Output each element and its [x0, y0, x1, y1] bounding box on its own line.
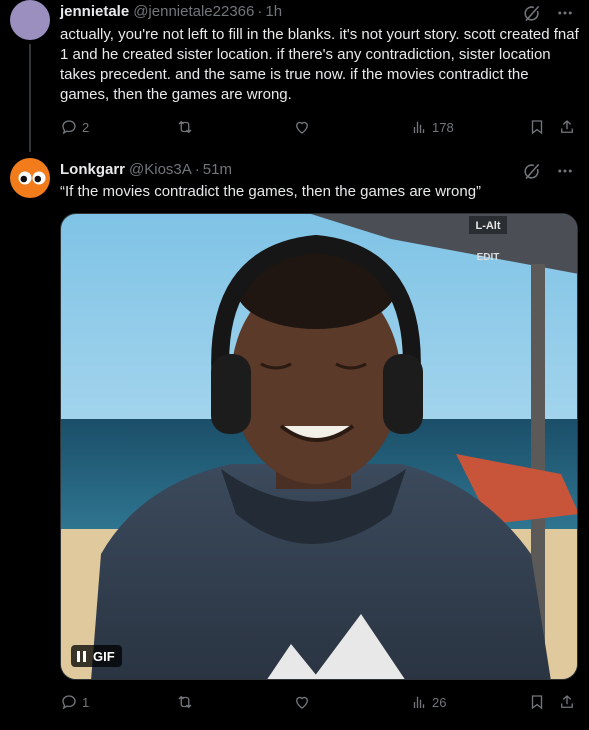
tweet-text: “If the movies contradict the games, the… — [60, 183, 482, 200]
reply-count: 1 — [82, 694, 90, 710]
tweet-top-icons — [521, 161, 575, 181]
heart-icon — [296, 121, 308, 134]
bookmark-icon — [531, 120, 543, 135]
gif-label: GIF — [93, 648, 115, 664]
tweet-header: Lonkgarr @Kios3A · 51m — [60, 161, 232, 178]
grok-icon[interactable] — [521, 161, 541, 181]
views-button[interactable]: 26 — [410, 692, 446, 712]
grok-icon[interactable] — [521, 3, 541, 23]
gif-frame-image: L-Alt EDIT — [61, 214, 577, 679]
display-name[interactable]: Lonkgarr — [60, 161, 125, 178]
reply-icon — [62, 695, 76, 710]
pause-icon — [77, 650, 86, 662]
timestamp[interactable]: 51m — [203, 161, 232, 178]
repost-icon — [178, 120, 192, 134]
more-options-icon[interactable] — [555, 161, 575, 181]
heart-icon — [296, 696, 308, 709]
bookmark-icon — [531, 695, 543, 710]
watermark-bottom: EDIT — [477, 252, 500, 263]
share-button[interactable] — [558, 117, 576, 137]
bookmark-button[interactable] — [528, 692, 546, 712]
views-icon — [413, 121, 425, 133]
tweet-actions: 2 178 — [60, 117, 578, 137]
repost-icon — [178, 695, 192, 709]
display-name[interactable]: jennietale — [60, 3, 129, 20]
tweet-top-icons — [521, 3, 575, 23]
share-icon — [561, 120, 573, 133]
avatar[interactable] — [10, 158, 50, 198]
repost-button[interactable] — [176, 117, 198, 137]
more-options-icon[interactable] — [555, 3, 575, 23]
gif-badge[interactable]: GIF — [71, 645, 122, 667]
reply-button[interactable]: 2 — [60, 117, 89, 137]
share-icon — [561, 695, 573, 708]
views-count: 178 — [432, 119, 454, 135]
views-icon — [413, 696, 425, 708]
share-button[interactable] — [558, 692, 576, 712]
bookmark-button[interactable] — [528, 117, 546, 137]
reply-count: 2 — [82, 119, 90, 135]
avatar[interactable] — [10, 0, 50, 40]
gif-media[interactable]: L-Alt EDIT GIF — [60, 213, 578, 680]
tweet-header: jennietale @jennietale22366 · 1h — [60, 3, 282, 20]
tweet-text: actually, you're not left to fill in the… — [60, 26, 579, 103]
user-handle[interactable]: @jennietale22366 — [133, 3, 254, 20]
reply-icon — [62, 120, 76, 135]
tweet-actions: 1 26 — [60, 692, 578, 712]
watermark-top: L-Alt — [475, 220, 500, 232]
like-button[interactable] — [293, 117, 315, 137]
separator-dot: · — [257, 3, 263, 20]
timestamp[interactable]: 1h — [265, 3, 282, 20]
user-handle[interactable]: @Kios3A — [129, 161, 192, 178]
like-button[interactable] — [293, 692, 315, 712]
views-button[interactable]: 178 — [410, 117, 454, 137]
tweet-jennietale[interactable]: jennietale @jennietale22366 · 1h actuall… — [0, 0, 589, 152]
repost-button[interactable] — [176, 692, 198, 712]
reply-button[interactable]: 1 — [60, 692, 89, 712]
views-count: 26 — [432, 694, 447, 710]
separator-dot: · — [194, 161, 200, 178]
